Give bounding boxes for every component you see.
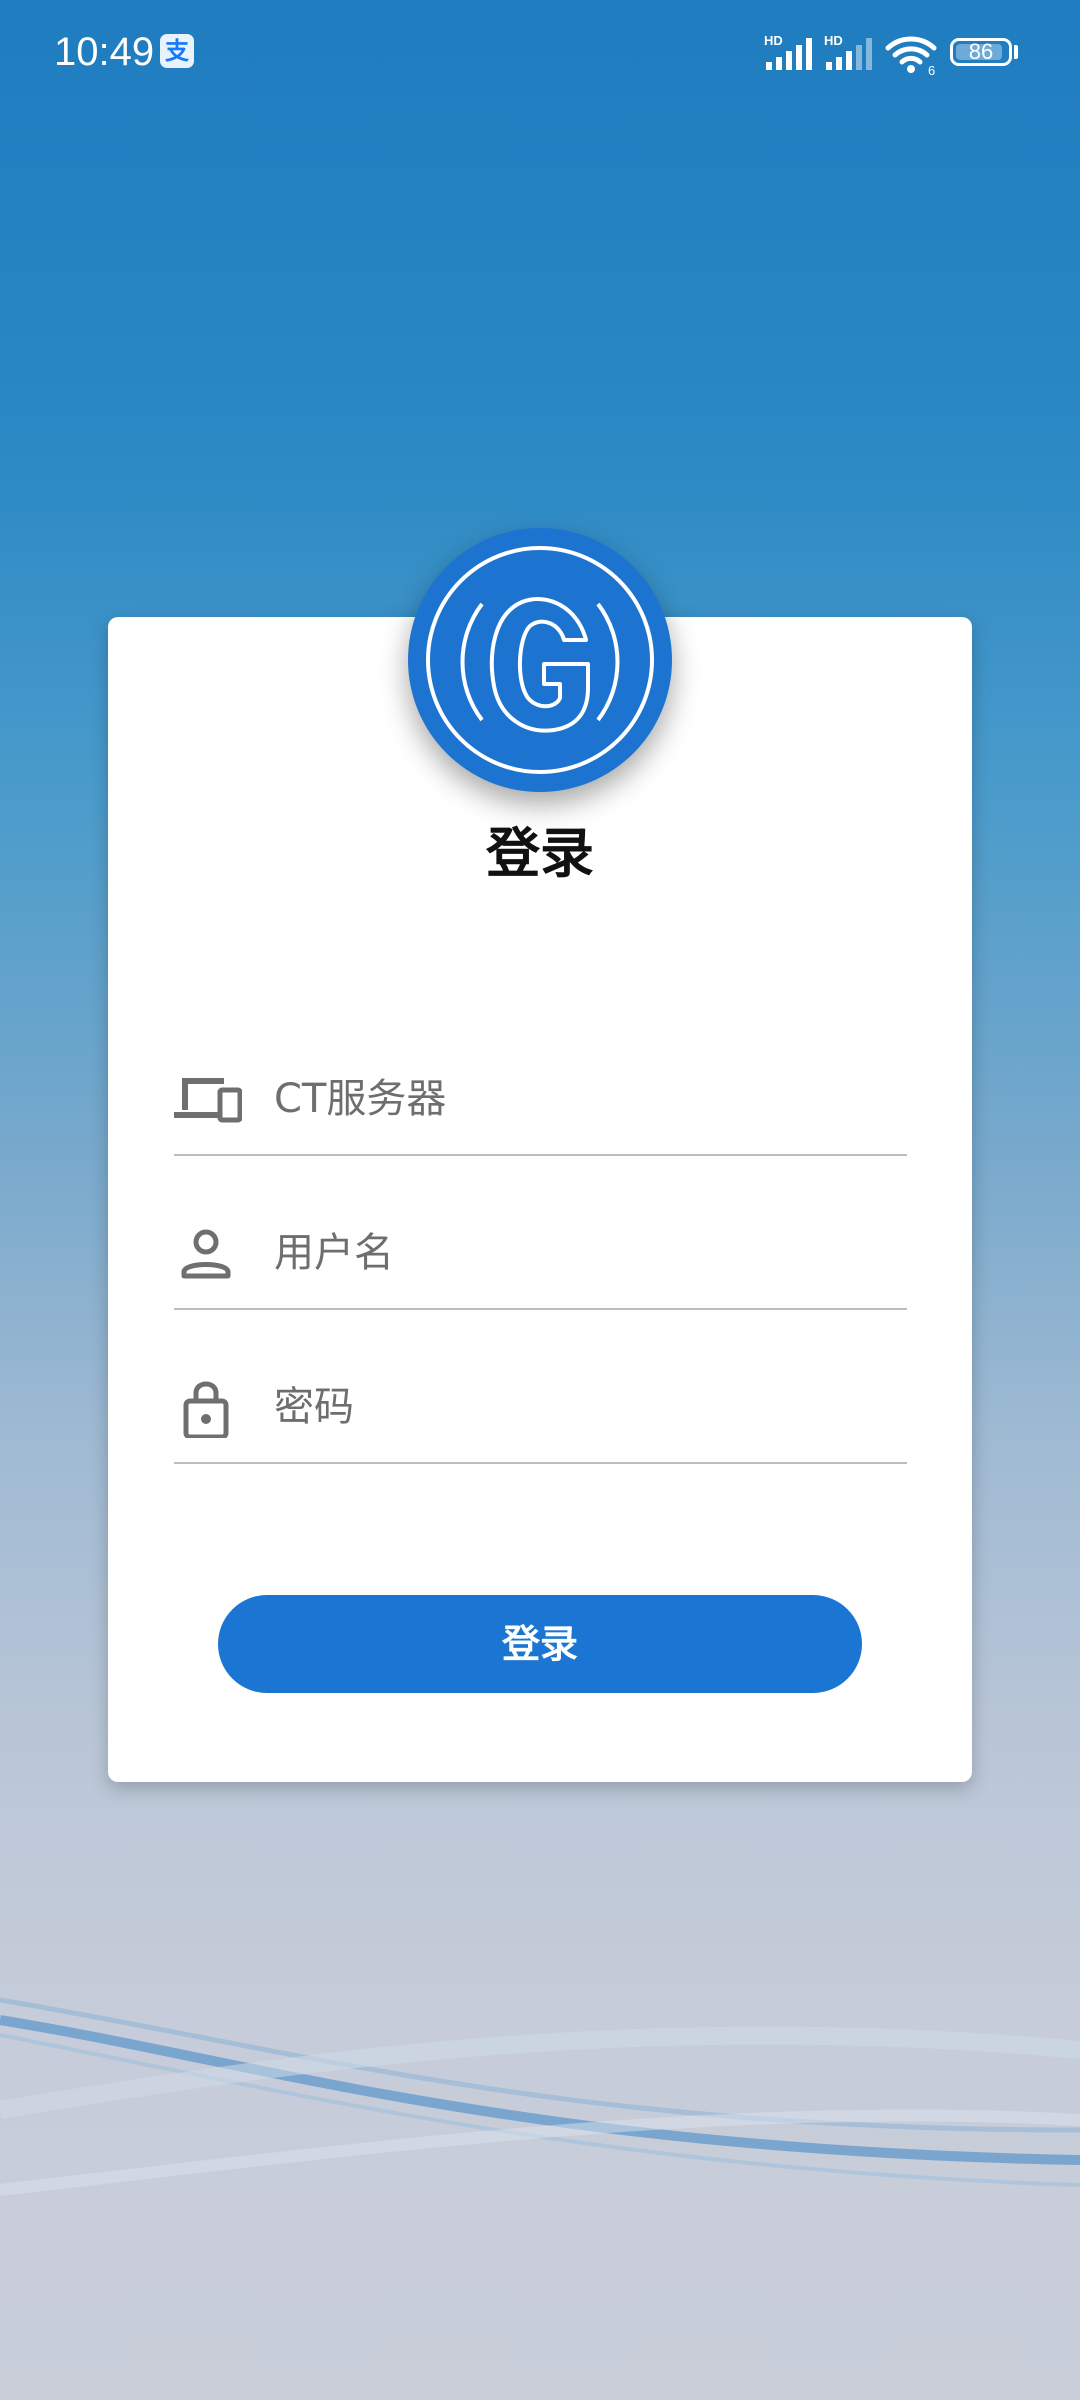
signal-hd-label: HD	[764, 33, 783, 48]
signal-strength-icon: HD	[764, 33, 812, 70]
username-field	[174, 1188, 907, 1310]
devices-icon	[174, 1078, 242, 1123]
battery-nub	[1014, 45, 1018, 59]
server-field	[174, 1034, 907, 1156]
server-input[interactable]	[274, 1064, 894, 1134]
lock-icon	[183, 1381, 229, 1438]
username-input[interactable]	[274, 1218, 894, 1288]
wifi-icon: 6	[885, 36, 937, 76]
page-title: 登录	[486, 822, 594, 885]
background-waves	[0, 1997, 1080, 2196]
password-field	[174, 1342, 907, 1464]
password-input[interactable]	[274, 1372, 894, 1442]
alipay-notification-icon: 支	[160, 34, 194, 68]
status-bar: 10:49 支 HD HD 6 86	[0, 0, 1080, 104]
signal-strength-2-icon: HD	[824, 33, 872, 70]
login-button[interactable]: 登录	[218, 1595, 862, 1693]
wifi-6-label: 6	[928, 63, 935, 76]
person-icon	[181, 1229, 231, 1279]
battery-icon: 86	[950, 38, 1012, 66]
battery-level: 86	[968, 39, 994, 64]
g-logo-icon	[408, 528, 672, 792]
status-time: 10:49	[54, 30, 155, 74]
signal-2-hd-label: HD	[824, 33, 843, 48]
